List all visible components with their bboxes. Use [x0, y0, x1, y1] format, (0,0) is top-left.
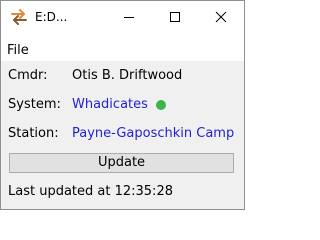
- station-link[interactable]: Payne-Gaposchkin Camp: [72, 124, 234, 144]
- cmdr-row: Cmdr: Otis B. Driftwood: [1, 66, 244, 86]
- window-title: E:D...: [35, 10, 68, 24]
- station-label: Station:: [8, 126, 59, 141]
- station-row: Station: Payne-Gaposchkin Camp: [1, 124, 244, 144]
- last-updated-text: Last updated at 12:35:28: [8, 184, 173, 199]
- status-panel: Cmdr: Otis B. Driftwood System: Whadicat…: [1, 61, 244, 209]
- double-arrow-icon: [10, 9, 28, 25]
- title-bar[interactable]: E:D...: [1, 1, 244, 33]
- maximize-button[interactable]: [152, 1, 198, 33]
- app-window: E:D... File Cmdr: Otis B. Driftwood Syst: [0, 0, 245, 210]
- system-label: System:: [8, 97, 61, 112]
- minimize-icon: [124, 17, 134, 18]
- system-link[interactable]: Whadicates: [72, 95, 148, 115]
- cmdr-label: Cmdr:: [8, 68, 48, 83]
- minimize-button[interactable]: [106, 1, 152, 33]
- menu-bar: File: [1, 42, 244, 60]
- update-button[interactable]: Update: [9, 153, 234, 173]
- close-button[interactable]: [198, 1, 244, 33]
- maximize-icon: [170, 12, 180, 22]
- cmdr-value: Otis B. Driftwood: [72, 68, 183, 83]
- close-icon: [215, 11, 227, 23]
- system-row: System: Whadicates: [1, 95, 244, 115]
- status-dot-icon: [156, 100, 166, 110]
- menu-file[interactable]: File: [7, 42, 29, 60]
